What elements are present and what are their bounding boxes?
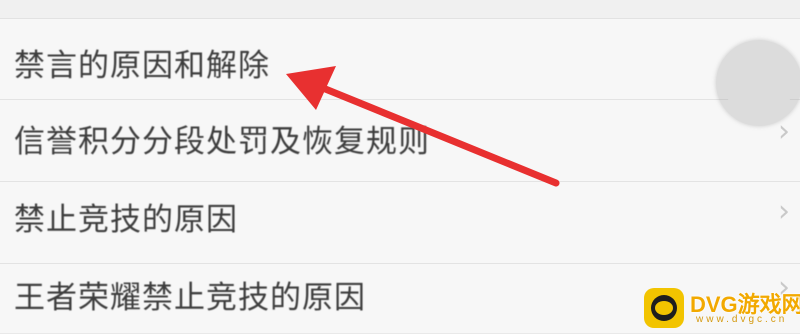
chevron-right-icon: › — [778, 194, 790, 229]
menu-item-mute-reason[interactable]: 禁言的原因和解除 — [0, 18, 800, 100]
logo-mark — [655, 301, 673, 315]
menu-item-label: 禁止竞技的原因 — [14, 202, 238, 238]
menu-item-credit-rules[interactable]: 信誉积分分段处罚及恢复规则 › — [0, 100, 800, 182]
menu-item-label: 信誉积分分段处罚及恢复规则 — [14, 124, 430, 160]
menu-item-label: 禁言的原因和解除 — [14, 48, 270, 84]
watermark: DVG游戏网 www.dvgc.cn — [640, 283, 800, 333]
watermark-url: www.dvgc.cn — [696, 314, 788, 325]
touch-indicator-core — [724, 48, 794, 118]
touch-indicator-icon — [716, 40, 800, 126]
logo-core — [651, 295, 677, 321]
menu-item-label: 王者荣耀禁止竞技的原因 — [14, 280, 366, 316]
top-divider — [0, 0, 800, 19]
dvg-logo-icon — [644, 288, 684, 328]
